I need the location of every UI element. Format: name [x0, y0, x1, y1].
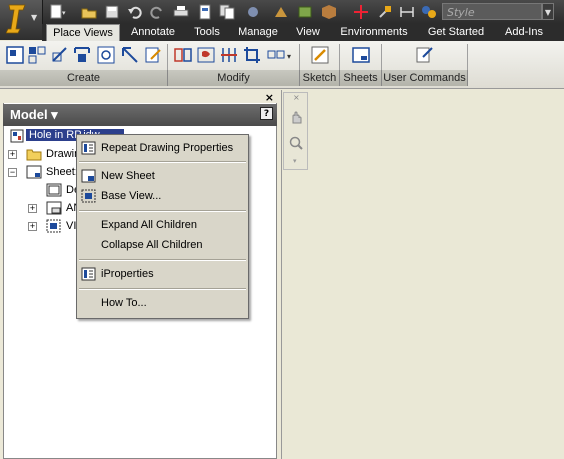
- close-icon[interactable]: ×: [265, 91, 274, 104]
- pan-icon[interactable]: [288, 109, 304, 125]
- style-dropdown[interactable]: Style: [442, 3, 542, 20]
- projected-view-icon[interactable]: [27, 45, 47, 65]
- panel-label-sheets: Sheets: [340, 70, 382, 86]
- application-menu-button[interactable]: ▼: [0, 0, 43, 40]
- open-icon[interactable]: [80, 3, 98, 21]
- tree-item-label: Sheet:1: [46, 166, 76, 178]
- cross-section-icon[interactable]: [376, 3, 394, 21]
- section-view-icon[interactable]: [72, 45, 92, 65]
- draft-view-icon[interactable]: [143, 45, 163, 65]
- tree-item-label: VIEW1: [66, 220, 76, 232]
- graphics-window[interactable]: [281, 90, 564, 459]
- undo-icon[interactable]: [126, 3, 144, 21]
- panel-label-sketch: Sketch: [300, 70, 340, 86]
- folder-icon: [26, 149, 42, 161]
- return-icon[interactable]: [272, 3, 290, 21]
- overlay-view-icon[interactable]: [120, 45, 140, 65]
- view-icon: [46, 219, 61, 233]
- chevron-down-icon[interactable]: ▾: [293, 157, 297, 165]
- new-sheet-ribbon-icon[interactable]: [351, 45, 371, 65]
- print-icon[interactable]: [172, 3, 190, 21]
- title-block-icon: [46, 201, 62, 215]
- break-out-icon[interactable]: [196, 45, 216, 65]
- materials-icon[interactable]: [320, 3, 338, 21]
- drawing-file-icon: [10, 129, 24, 143]
- slice-icon[interactable]: [219, 45, 239, 65]
- menu-item-new-sheet[interactable]: New Sheet: [77, 166, 248, 186]
- browser-title-strip: ×: [3, 91, 277, 104]
- user-commands-icon[interactable]: [415, 45, 435, 65]
- svg-text:▾: ▾: [62, 9, 66, 17]
- new-sheet-icon: [81, 169, 96, 183]
- base-view-icon: [81, 189, 96, 203]
- redo-icon[interactable]: [148, 3, 166, 21]
- expand-icon[interactable]: +: [28, 204, 37, 213]
- tab-annotate[interactable]: Annotate: [124, 24, 182, 41]
- tab-get-started[interactable]: Get Started: [420, 24, 492, 41]
- browser-title-dropdown[interactable]: Model ▾: [10, 107, 58, 123]
- sketch-icon[interactable]: [310, 45, 330, 65]
- tree-item-label: ANSI: [66, 202, 76, 214]
- menu-item-collapse-all-children[interactable]: Collapse All Children: [77, 235, 248, 255]
- auxiliary-view-icon[interactable]: [50, 45, 70, 65]
- save-icon[interactable]: [103, 3, 121, 21]
- copy-icon[interactable]: [218, 3, 236, 21]
- menu-item-expand-all-children[interactable]: Expand All Children: [77, 215, 248, 235]
- dimension-icon[interactable]: [398, 3, 416, 21]
- break-icon[interactable]: [173, 45, 193, 65]
- horizontal-icon[interactable]: ▾: [266, 45, 294, 65]
- menu-item-base-view[interactable]: Base View...: [77, 186, 248, 206]
- context-menu: Repeat Drawing Properties New Sheet Base…: [76, 134, 249, 319]
- select-icon[interactable]: [244, 3, 262, 21]
- svg-text:▾: ▾: [287, 52, 291, 61]
- navigation-bar: × ▾: [283, 92, 308, 170]
- base-view-ribbon-icon[interactable]: [5, 45, 25, 65]
- tab-tools[interactable]: Tools: [186, 24, 228, 41]
- panel-label-modify: Modify: [168, 70, 300, 86]
- help-icon[interactable]: ?: [260, 107, 273, 120]
- expand-icon[interactable]: +: [8, 150, 17, 159]
- panel-label-user-commands: User Commands: [382, 70, 468, 86]
- style-dropdown-arrow-icon[interactable]: ▼: [542, 3, 554, 20]
- iproperties-icon: [81, 267, 96, 281]
- chevron-down-icon: ▼: [31, 13, 38, 22]
- menu-item-repeat-drawing-properties[interactable]: Repeat Drawing Properties: [77, 138, 248, 158]
- sheet-icon: [26, 165, 42, 179]
- tab-place-views[interactable]: Place Views: [46, 24, 120, 41]
- expand-icon[interactable]: +: [28, 222, 37, 231]
- crop-icon[interactable]: [242, 45, 262, 65]
- inventor-logo-icon: [6, 4, 26, 34]
- detail-view-icon[interactable]: [96, 45, 116, 65]
- update-icon[interactable]: [296, 3, 314, 21]
- border-icon: [46, 183, 62, 197]
- menu-item-iproperties[interactable]: iProperties: [77, 264, 248, 284]
- menu-item-how-to[interactable]: How To...: [77, 293, 248, 313]
- browser-header: Model ▾: [3, 104, 277, 126]
- tab-view[interactable]: View: [290, 24, 326, 41]
- tab-environments[interactable]: Environments: [332, 24, 416, 41]
- tab-add-ins[interactable]: Add-Ins: [496, 24, 552, 41]
- properties-icon: [81, 141, 96, 155]
- close-icon[interactable]: ×: [293, 93, 300, 102]
- ribbon-tab-bar: Place Views Annotate Tools Manage View E…: [42, 24, 564, 41]
- zoom-icon[interactable]: [288, 135, 304, 151]
- tree-item-label: Drawing Resources: [46, 148, 76, 160]
- tree-item-label: Default Border: [66, 184, 76, 196]
- measure-icon[interactable]: [352, 3, 370, 21]
- collapse-icon[interactable]: −: [8, 168, 17, 177]
- new-icon[interactable]: ▾: [48, 3, 66, 21]
- iproperties-qat-icon[interactable]: [196, 3, 214, 21]
- color-scheme-icon[interactable]: [420, 3, 438, 21]
- panel-label-create: Create: [0, 70, 168, 86]
- tab-manage[interactable]: Manage: [232, 24, 284, 41]
